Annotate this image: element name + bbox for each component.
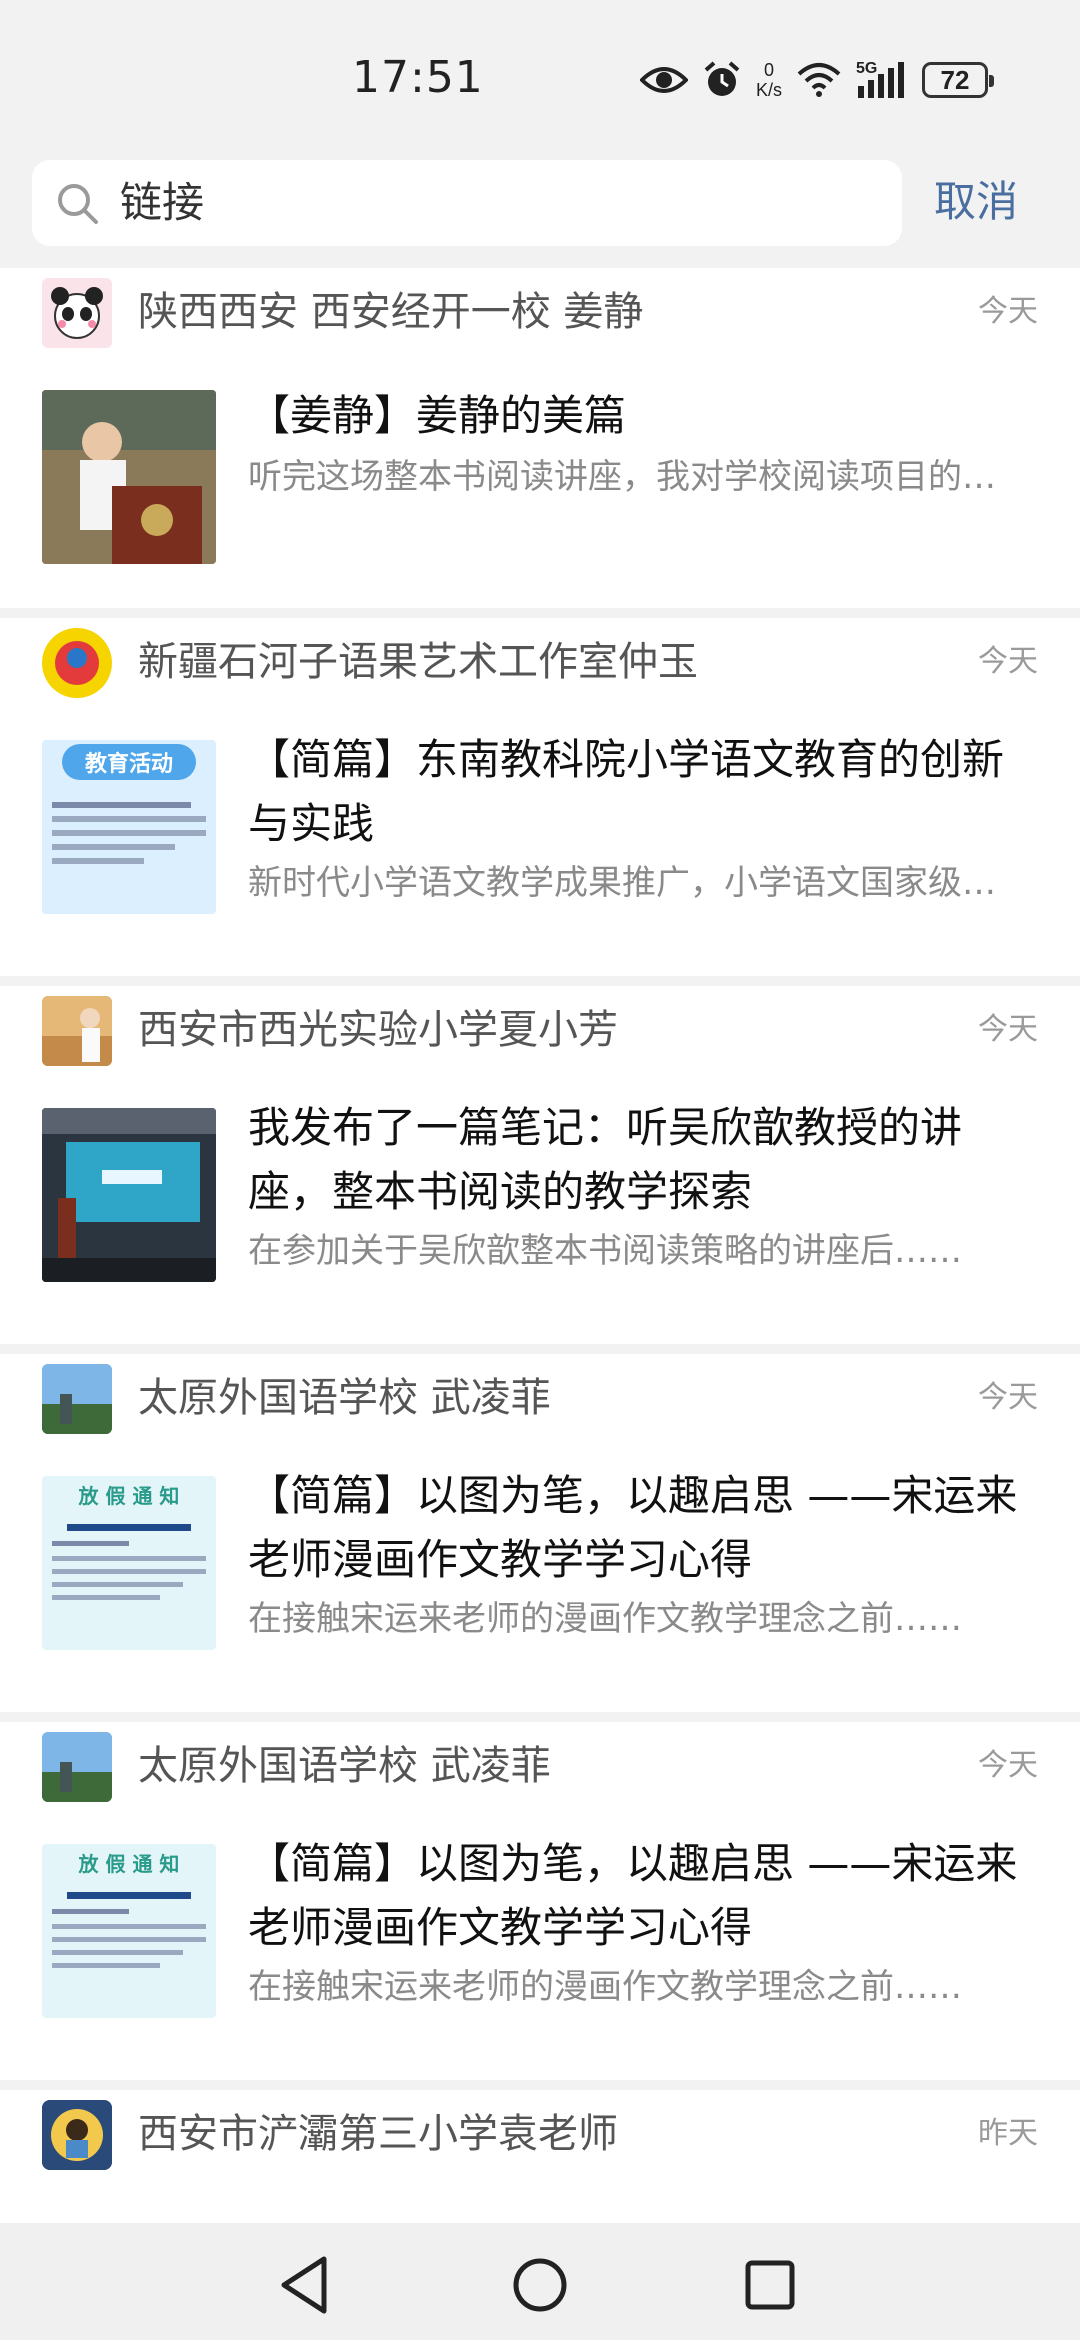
- card-header: 西安市浐灞第三小学袁老师 昨天: [0, 2090, 1080, 2170]
- eye-icon: [640, 67, 688, 93]
- thumbnail-caption: 教育活动: [84, 752, 173, 777]
- thumbnail-image: 教育活动: [42, 740, 216, 914]
- post-date: 今天: [978, 644, 1038, 679]
- thumbnail-caption: 放 假 通 知: [78, 1484, 180, 1508]
- author-name: 西安市西光实验小学夏小芳: [138, 1007, 618, 1053]
- card-header: 太原外国语学校 武凌菲 今天: [0, 1722, 1080, 1802]
- article-title: 【简篇】以图为笔，以趣启思 ——宋运来老师漫画作文教学学习心得: [248, 1839, 1018, 1952]
- article-title: 我发布了一篇笔记：听吴欣歆教授的讲座，整本书阅读的教学探索: [248, 1103, 963, 1216]
- article-summary: 新时代小学语文教学成果推广，小学语文国家级课程……: [248, 863, 1008, 903]
- article-title: 【姜静】姜静的美篇: [248, 391, 627, 440]
- card-header: 陕西西安 西安经开一校 姜静 今天: [0, 268, 1080, 348]
- search-input[interactable]: 链接: [32, 160, 902, 246]
- net-speed-unit: K/s: [756, 80, 783, 100]
- thumbnail-image: [42, 390, 216, 564]
- search-query: 链接: [120, 178, 205, 227]
- result-card[interactable]: 西安市浐灞第三小学袁老师 昨天: [0, 2090, 1080, 2223]
- card-header: 西安市西光实验小学夏小芳 今天: [0, 986, 1080, 1066]
- avatar: [42, 628, 112, 698]
- post-date: 昨天: [978, 2116, 1038, 2151]
- back-icon[interactable]: [268, 2245, 348, 2325]
- status-time: 17:51: [352, 52, 484, 103]
- card-header: 新疆石河子语果艺术工作室仲玉 今天: [0, 618, 1080, 698]
- thumbnail-image: 放 假 通 知: [42, 1844, 216, 2018]
- home-icon[interactable]: [500, 2245, 580, 2325]
- avatar: [42, 1732, 112, 1802]
- signal-icon: 5G: [856, 60, 908, 100]
- author-name: 陕西西安 西安经开一校 姜静: [138, 289, 644, 335]
- cancel-button[interactable]: 取消: [934, 176, 1018, 228]
- thumbnail-image: 放 假 通 知: [42, 1476, 216, 1650]
- navigation-bar: [0, 2223, 1080, 2340]
- avatar: [42, 996, 112, 1066]
- status-icons: 0 K/s 5G 72: [640, 52, 1002, 108]
- search-bar: 链接 取消: [0, 150, 1080, 268]
- search-icon: [58, 184, 98, 224]
- author-name: 太原外国语学校 武凌菲: [138, 1375, 551, 1421]
- wifi-icon: [797, 63, 841, 97]
- net-speed: 0 K/s: [756, 60, 782, 100]
- article-summary: 在接触宋运来老师的漫画作文教学理念之前……: [248, 1967, 962, 2007]
- recents-icon[interactable]: [730, 2245, 810, 2325]
- battery-icon: 72: [922, 62, 995, 98]
- thumbnail-caption: 放 假 通 知: [78, 1852, 180, 1876]
- net-speed-value: 0: [764, 60, 775, 80]
- avatar: [42, 1364, 112, 1434]
- result-card[interactable]: 太原外国语学校 武凌菲 今天 放 假 通 知 【简篇】以图为笔，以趣启思 ——宋…: [0, 1722, 1080, 2080]
- article-summary: 在接触宋运来老师的漫画作文教学理念之前……: [248, 1599, 962, 1639]
- post-date: 今天: [978, 294, 1038, 329]
- article-title: 【简篇】东南教科院小学语文教育的创新与实践: [248, 735, 1005, 848]
- post-date: 今天: [978, 1748, 1038, 1783]
- result-card[interactable]: 陕西西安 西安经开一校 姜静 今天 【姜静】姜静的美篇 听完这场整本书阅读讲座，…: [0, 268, 1080, 608]
- article-title: 【简篇】以图为笔，以趣启思 ——宋运来老师漫画作文教学学习心得: [248, 1471, 1018, 1584]
- post-date: 今天: [978, 1380, 1038, 1415]
- card-header: 太原外国语学校 武凌菲 今天: [0, 1354, 1080, 1434]
- article-summary: 在参加关于吴欣歆整本书阅读策略的讲座后……: [248, 1231, 962, 1271]
- thumbnail-image: [42, 1108, 216, 1282]
- post-date: 今天: [978, 1012, 1038, 1047]
- article-summary: 听完这场整本书阅读讲座，我对学校阅读项目的认识更加深刻……: [248, 457, 1008, 497]
- result-card[interactable]: 西安市西光实验小学夏小芳 今天 我发布了一篇笔记：听吴欣歆教授的讲座，整本书阅读…: [0, 986, 1080, 1344]
- alarm-icon: [704, 61, 740, 96]
- result-card[interactable]: 新疆石河子语果艺术工作室仲玉 今天 教育活动 【简篇】东南教科院小学语文教育的创…: [0, 618, 1080, 976]
- avatar: [42, 2100, 112, 2170]
- author-name: 新疆石河子语果艺术工作室仲玉: [138, 639, 698, 685]
- results-list: 陕西西安 西安经开一校 姜静 今天 【姜静】姜静的美篇 听完这场整本书阅读讲座，…: [0, 268, 1080, 2223]
- author-name: 西安市浐灞第三小学袁老师: [138, 2111, 618, 2157]
- avatar: [42, 278, 112, 348]
- result-card[interactable]: 太原外国语学校 武凌菲 今天 放 假 通 知 【简篇】以图为笔，以趣启思 ——宋…: [0, 1354, 1080, 1712]
- status-bar: 17:51 0 K/s 5G 72: [0, 0, 1080, 150]
- author-name: 太原外国语学校 武凌菲: [138, 1743, 551, 1789]
